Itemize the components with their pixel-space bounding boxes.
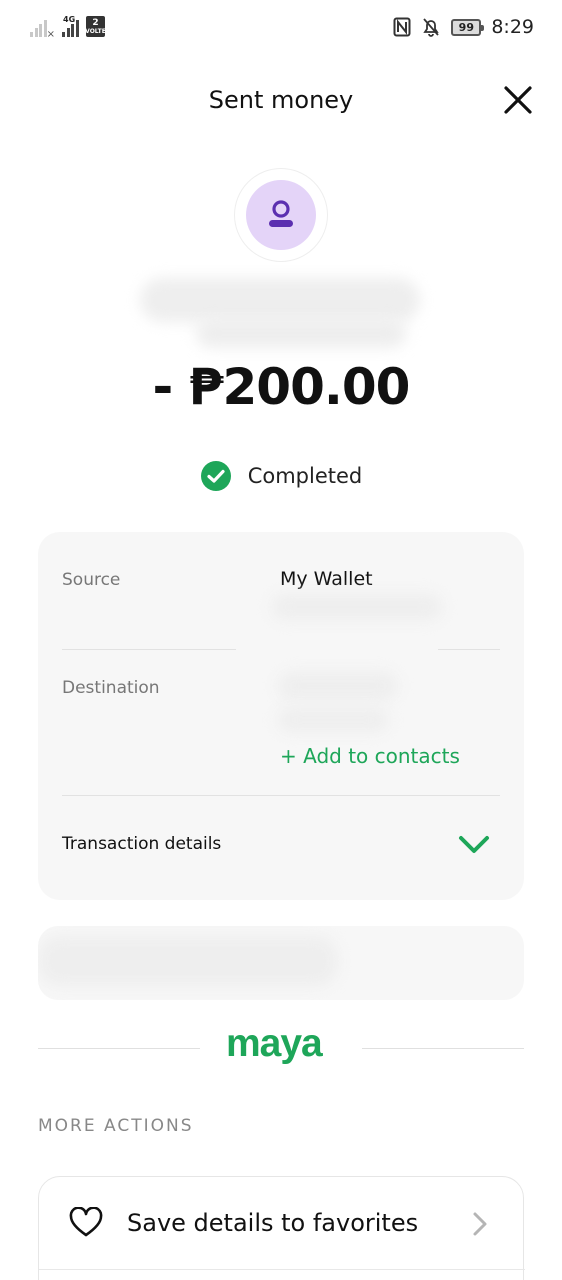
more-actions-card: Save details to favorites xyxy=(38,1176,525,1280)
logo-divider-left xyxy=(38,1048,200,1049)
chevron-right-icon xyxy=(473,1212,487,1236)
reference-card xyxy=(38,926,524,1000)
sim-badge-text: VOLTE xyxy=(85,27,106,35)
divider xyxy=(438,649,500,650)
redacted-destination-number xyxy=(278,708,388,732)
close-icon xyxy=(504,86,532,114)
status-icons-right: 99 8:29 xyxy=(393,16,534,38)
avatar xyxy=(246,180,316,250)
status-bar: × 4G 2 VOLTE 99 8:29 xyxy=(0,0,562,58)
page-title: Sent money xyxy=(208,86,354,114)
divider xyxy=(62,649,236,650)
transfer-details-card: Source My Wallet Destination + Add to co… xyxy=(38,532,524,900)
check-circle-icon xyxy=(200,461,231,491)
battery-icon: 99 xyxy=(451,18,485,36)
close-button[interactable] xyxy=(498,80,538,120)
redacted-destination-name xyxy=(278,672,398,700)
save-to-favorites-button[interactable]: Save details to favorites xyxy=(39,1177,525,1269)
divider xyxy=(62,795,500,796)
sim-badge-number: 2 xyxy=(92,17,99,28)
signal-sim2-icon: 4G xyxy=(62,15,80,37)
redacted-reference xyxy=(38,936,338,986)
transaction-amount: - ₱200.00 xyxy=(152,358,411,416)
transaction-status: Completed xyxy=(0,460,562,492)
network-type-label: 4G xyxy=(63,15,76,24)
expand-details-button[interactable] xyxy=(456,832,492,858)
status-icons-left: × 4G 2 VOLTE xyxy=(30,15,106,40)
maya-logo: maya xyxy=(226,1022,323,1065)
status-label: Completed xyxy=(247,464,363,488)
divider xyxy=(39,1269,525,1270)
wallet-user-icon xyxy=(269,200,293,227)
redacted-source-number xyxy=(272,594,442,620)
mute-bell-icon xyxy=(423,18,440,37)
battery-level: 99 xyxy=(458,20,474,34)
nfc-icon xyxy=(393,17,411,37)
save-to-favorites-label: Save details to favorites xyxy=(127,1209,419,1237)
volte-badge-icon: 2 VOLTE xyxy=(85,16,106,37)
clock: 8:29 xyxy=(491,16,534,38)
heart-icon xyxy=(69,1207,103,1237)
destination-label: Destination xyxy=(62,678,160,698)
more-actions-title: MORE ACTIONS xyxy=(38,1116,194,1136)
chevron-down-icon xyxy=(459,836,489,853)
redacted-recipient-number xyxy=(196,318,406,348)
source-value: My Wallet xyxy=(280,568,373,590)
redacted-recipient-name xyxy=(140,278,420,322)
logo-divider-right xyxy=(362,1048,524,1049)
add-to-contacts-link[interactable]: + Add to contacts xyxy=(280,744,460,768)
transaction-details-toggle[interactable]: Transaction details xyxy=(62,834,221,854)
source-label: Source xyxy=(62,570,121,590)
signal-sim1-icon: × xyxy=(30,17,55,40)
